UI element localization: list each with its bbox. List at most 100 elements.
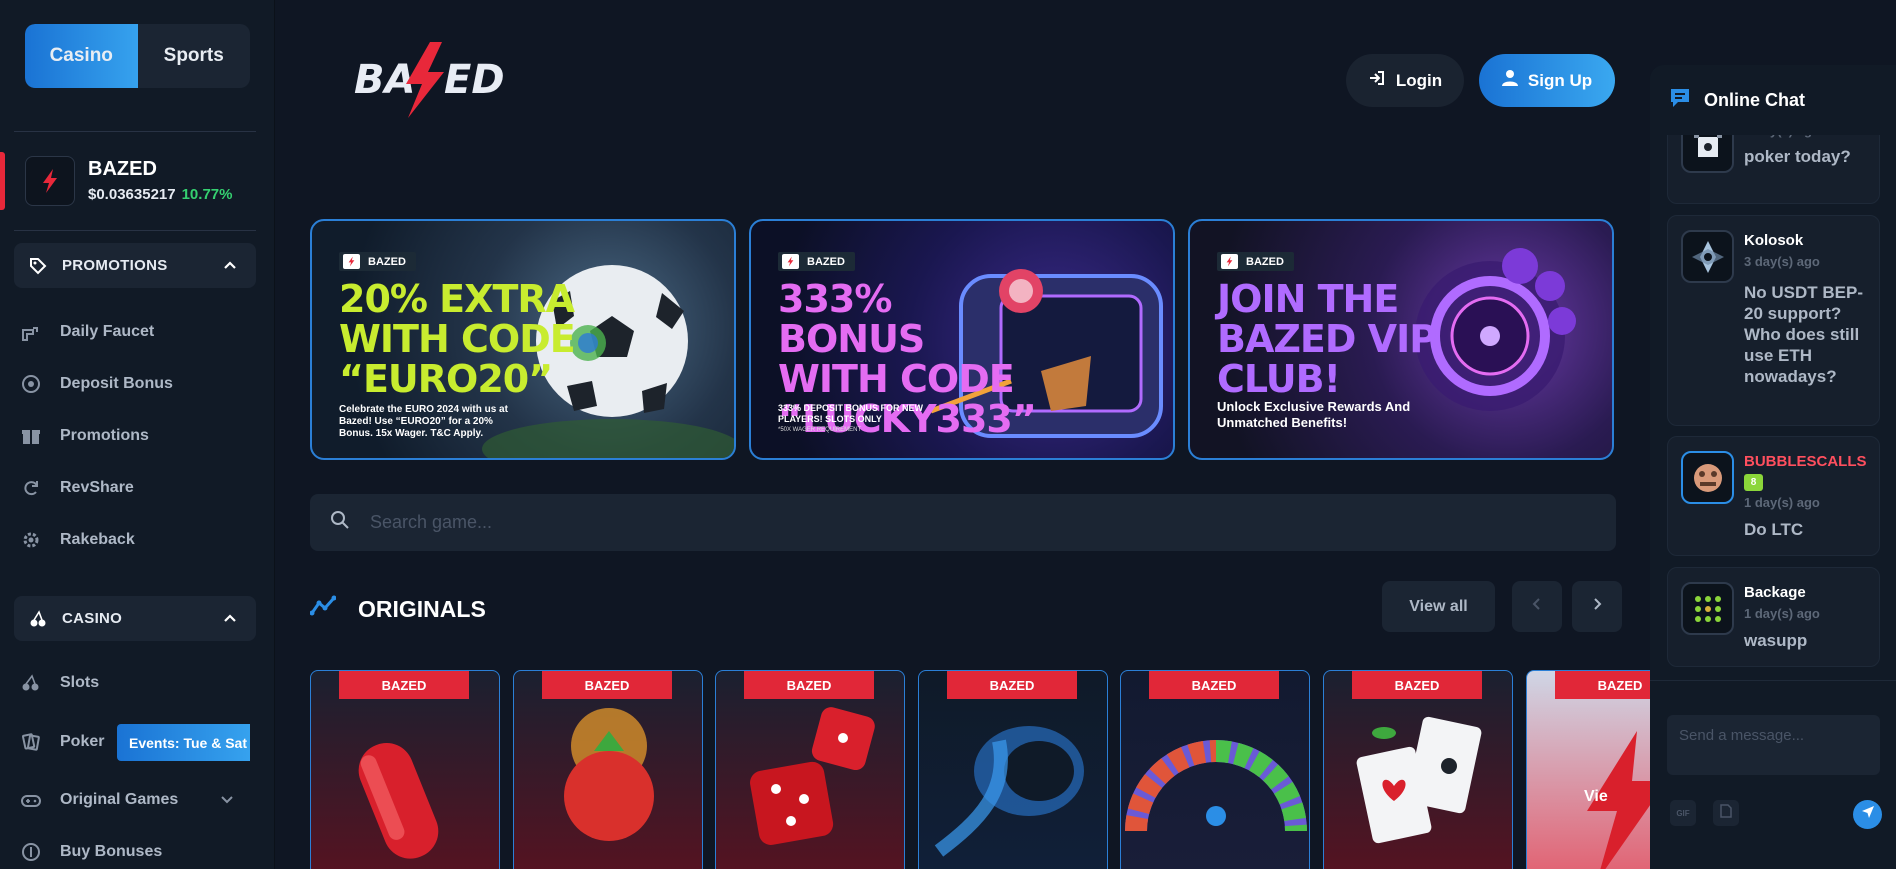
promo-banner-lucky333[interactable]: BAZED 333% BONUS WITH CODE “LUCKY333” 33…	[749, 219, 1175, 460]
banner-headline-line: 333% BONUS	[778, 277, 925, 361]
login-button[interactable]: Login	[1346, 54, 1464, 107]
sidebar-item-buy-bonuses[interactable]: Buy Bonuses	[20, 837, 162, 867]
banner-headline-line: WITH CODE	[339, 317, 576, 361]
chat-message: BUBBLESCALLS 8 1 day(s) ago Do LTC	[1667, 436, 1880, 556]
promotions-header[interactable]: PROMOTIONS	[14, 243, 256, 288]
game-ribbon: BAZED	[947, 671, 1077, 699]
sidebar-item-promotions[interactable]: Promotions	[20, 421, 149, 451]
sidebar-item-revshare[interactable]: RevShare	[20, 473, 134, 503]
send-button[interactable]	[1853, 800, 1882, 829]
events-badge[interactable]: Events: Tue & Sat	[117, 724, 250, 761]
search-icon	[330, 510, 350, 535]
sports-tab[interactable]: Sports	[138, 24, 251, 88]
bazed-bolt-icon	[1221, 254, 1238, 269]
chevron-right-icon	[1590, 597, 1604, 616]
promo-banner-euro20[interactable]: BAZED 20% EXTRA WITH CODE “EURO20” Celeb…	[310, 219, 736, 460]
chat-divider	[1650, 680, 1896, 681]
chat-timestamp: 3 day(s) ago	[1744, 254, 1820, 269]
game-tile-wheel[interactable]: BAZED	[1120, 670, 1310, 869]
casino-tab[interactable]: Casino	[25, 24, 138, 88]
sidebar-item-poker[interactable]: Poker	[20, 727, 104, 757]
sidebar-item-slots[interactable]: Slots	[20, 668, 99, 698]
chat-title: Online Chat	[1704, 89, 1806, 110]
gif-icon: GIF	[1676, 808, 1690, 818]
banner-tag: BAZED	[1217, 252, 1294, 271]
sidebar-item-label: Original Games	[60, 791, 179, 808]
chat-username[interactable]: Backage	[1744, 584, 1806, 601]
login-icon	[1368, 69, 1386, 92]
chat-text: poker today?	[1744, 147, 1851, 166]
chat-timestamp: 1 day(s) ago	[1744, 495, 1820, 510]
chat-message: Backage 1 day(s) ago wasupp	[1667, 567, 1880, 667]
sidebar-item-original-games[interactable]: Original Games	[20, 785, 235, 815]
brand-logo[interactable]: BA ED	[346, 40, 516, 120]
casino-header-label: CASINO	[62, 610, 123, 627]
promo-banner-vip-club[interactable]: BAZED JOIN THE BAZED VIP CLUB! Unlock Ex…	[1188, 219, 1614, 460]
search-input[interactable]	[370, 512, 1570, 533]
sidebar-divider	[14, 230, 256, 231]
bazed-bolt-icon	[343, 254, 360, 269]
avatar[interactable]	[1681, 582, 1734, 635]
main-content: BA ED Login Sign Up BAZED 20% EXTRA WITH…	[276, 0, 1650, 869]
banner-headline-line: “EURO20”	[339, 357, 553, 401]
chat-message-input[interactable]	[1679, 727, 1869, 744]
game-ribbon: BAZED	[1352, 671, 1482, 699]
bazed-logo-icon: BA ED	[354, 42, 505, 118]
sidebar-item-rakeback[interactable]: Rakeback	[20, 525, 135, 555]
chat-username[interactable]: BUBBLESCALLS	[1744, 453, 1867, 470]
svg-text:BA: BA	[354, 57, 415, 103]
svg-text:ED: ED	[444, 57, 505, 103]
chat-username[interactable]: Kolosok	[1744, 232, 1803, 249]
view-all-button[interactable]: View all	[1382, 581, 1495, 632]
casino-header[interactable]: CASINO	[14, 596, 256, 641]
bolt-icon	[1587, 731, 1650, 869]
game-tile-tomato[interactable]: BAZED	[513, 670, 703, 869]
banner-subtitle: Celebrate the EURO 2024 with us at Bazed…	[339, 404, 508, 439]
chevron-left-icon	[1530, 597, 1544, 616]
avatar[interactable]	[1681, 451, 1734, 504]
send-icon	[1861, 805, 1875, 824]
chat-bubble-icon	[1668, 86, 1692, 115]
originals-heading: ORIGINALS	[309, 595, 486, 623]
banner-tag-label: BAZED	[1246, 255, 1284, 268]
game-tile-pill[interactable]: BAZED	[310, 670, 500, 869]
sidebar-item-label: Slots	[60, 674, 100, 691]
level-badge: 8	[1744, 474, 1763, 491]
bazed-bolt-icon	[782, 254, 799, 269]
banner-headline-line: JOIN THE	[1217, 277, 1399, 321]
game-tile-cards[interactable]: BAZED	[1323, 670, 1513, 869]
prev-button[interactable]	[1512, 581, 1562, 632]
banner-subtitle: Unlock Exclusive Rewards And Unmatched B…	[1217, 399, 1411, 430]
coin-icon	[20, 841, 42, 863]
banner-headline-line: WITH CODE	[778, 357, 1015, 401]
gif-button[interactable]: GIF	[1670, 800, 1696, 826]
sidebar-item-label: Rakeback	[60, 531, 135, 548]
sidebar-item-label: Daily Faucet	[60, 323, 155, 340]
chat-timestamp: 1 day(s) ago	[1744, 606, 1820, 621]
gamepad-icon	[20, 789, 42, 811]
banner-headline-line: 20% EXTRA	[339, 277, 575, 321]
banner-tag-label: BAZED	[807, 255, 845, 268]
signup-button[interactable]: Sign Up	[1479, 54, 1615, 107]
sidebar-item-label: RevShare	[60, 479, 134, 496]
sidebar: Casino Sports BAZED $0.03635217 10.77% PR…	[0, 0, 275, 869]
sidebar-item-deposit-bonus[interactable]: Deposit Bonus	[20, 369, 173, 399]
game-tile-bolt[interactable]: BAZED Vie	[1526, 670, 1650, 869]
game-tile-dice[interactable]: BAZED	[715, 670, 905, 869]
token-ticker[interactable]: BAZED $0.03635217 10.77%	[0, 150, 275, 212]
game-tile-comet[interactable]: BAZED	[918, 670, 1108, 869]
avatar[interactable]	[1681, 230, 1734, 283]
sidebar-item-daily-faucet[interactable]: Daily Faucet	[20, 317, 154, 347]
tag-icon	[28, 256, 48, 276]
banner-tag: BAZED	[339, 252, 416, 271]
token-price-line: $0.03635217 10.77%	[88, 186, 232, 203]
next-button[interactable]	[1572, 581, 1622, 632]
dice-icon	[750, 707, 875, 845]
faucet-icon	[20, 321, 42, 343]
banner-headline: 20% EXTRA WITH CODE “EURO20”	[339, 279, 589, 399]
comet-icon	[934, 726, 1084, 857]
wheel-icon	[1125, 740, 1307, 832]
chat-text: No USDT BEP-20 support? Who does still u…	[1744, 283, 1863, 386]
banner-tag: BAZED	[778, 252, 855, 271]
file-button[interactable]	[1713, 800, 1739, 826]
